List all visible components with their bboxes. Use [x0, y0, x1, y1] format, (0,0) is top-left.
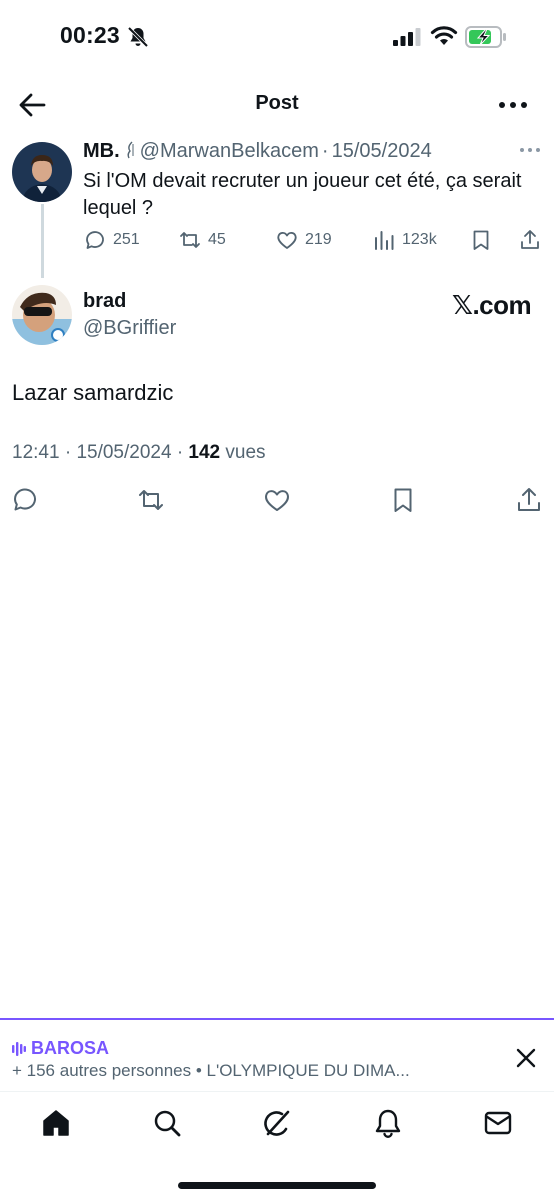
retweet-icon — [180, 232, 200, 248]
home-indicator[interactable] — [178, 1182, 376, 1189]
retweet-button[interactable] — [136, 485, 166, 515]
quoted-retweet-button[interactable]: 45 — [178, 228, 226, 252]
audio-bars-icon — [12, 1041, 26, 1056]
quoted-tweet-text: Si l'OM devait recruter un joueur cet ét… — [83, 170, 522, 219]
affiliate-badge-icon — [127, 141, 134, 159]
status-bar: 00:23 — [0, 0, 554, 76]
grok-icon[interactable] — [261, 1107, 293, 1139]
quoted-bookmark-button[interactable] — [469, 228, 499, 252]
quoted-reply-button[interactable]: 251 — [83, 228, 140, 252]
reply-icon — [86, 231, 104, 249]
author-handle[interactable]: @BGriffier — [83, 317, 176, 340]
tweet-views-count: 142 — [188, 442, 221, 463]
more-options-icon[interactable] — [496, 92, 530, 118]
thread-connector — [41, 204, 44, 278]
quoted-views-button[interactable]: 123k — [372, 228, 437, 252]
space-subtitle: + 156 autres personnes • L'OLYMPIQUE DU … — [12, 1061, 410, 1080]
bookmark-button[interactable] — [388, 485, 418, 515]
notifications-bell-icon[interactable] — [372, 1107, 404, 1139]
quoted-author-name[interactable]: MB. — [83, 140, 120, 162]
author-name[interactable]: brad — [83, 290, 126, 313]
battery-charging-icon — [465, 26, 506, 48]
quoted-like-button[interactable]: 219 — [275, 228, 332, 252]
quoted-author-line[interactable]: MB. @MarwanBelkacem · 15/05/2024 — [83, 140, 432, 163]
messages-envelope-icon[interactable] — [482, 1107, 514, 1139]
space-host: BAROSA — [12, 1038, 109, 1059]
avatar-quoted-author[interactable] — [12, 142, 72, 202]
reply-button[interactable] — [10, 485, 40, 515]
bell-muted-icon — [127, 26, 149, 48]
share-button[interactable] — [514, 485, 544, 515]
views-chart-icon — [375, 231, 394, 250]
top-nav: Post — [0, 80, 554, 130]
page-title: Post — [255, 92, 299, 114]
quoted-like-count: 219 — [305, 231, 332, 248]
dot-separator: · — [321, 140, 329, 162]
quoted-reply-count: 251 — [113, 231, 140, 248]
quoted-views-count: 123k — [402, 231, 437, 248]
avatar-author[interactable] — [12, 285, 72, 345]
tweet-text: Lazar samardzic — [12, 380, 174, 405]
live-space-bar[interactable]: BAROSA + 156 autres personnes • L'OLYMPI… — [0, 1018, 554, 1092]
tweet-views-label: vues — [225, 442, 266, 463]
status-time: 00:23 — [60, 22, 120, 48]
share-icon — [521, 230, 539, 249]
x-com-watermark: 𝕏.com — [452, 290, 532, 320]
close-icon[interactable] — [512, 1044, 540, 1072]
tweet-meta: 12:41 · 15/05/2024 · 142 vues — [12, 442, 266, 464]
search-icon[interactable] — [151, 1107, 183, 1139]
tweet-time: 12:41 — [12, 442, 60, 463]
quoted-retweet-count: 45 — [208, 231, 226, 248]
wifi-icon — [430, 26, 458, 45]
dot-separator: · — [176, 442, 184, 463]
tweet-date: 15/05/2024 — [76, 442, 172, 463]
home-icon[interactable] — [40, 1107, 72, 1139]
quoted-share-button[interactable] — [518, 228, 548, 252]
bookmark-icon — [473, 230, 489, 250]
quoted-author-handle[interactable]: @MarwanBelkacem — [140, 140, 319, 162]
quoted-tweet-date: 15/05/2024 — [331, 140, 432, 162]
dot-separator: · — [64, 442, 72, 463]
heart-icon — [277, 232, 297, 249]
space-host-name: BAROSA — [31, 1038, 110, 1058]
like-button[interactable] — [262, 485, 292, 515]
quoted-more-icon[interactable] — [519, 143, 541, 157]
signal-icon — [393, 28, 421, 46]
